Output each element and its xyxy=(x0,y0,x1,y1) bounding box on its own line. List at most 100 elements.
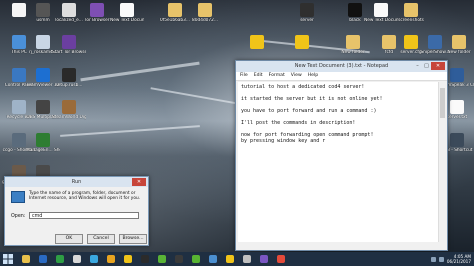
desktop-icon[interactable]: Start Tor Browser xyxy=(52,35,86,55)
network-icon[interactable] xyxy=(430,256,436,262)
desktop-icon[interactable]: screenshots xyxy=(394,3,428,23)
run-title: Run xyxy=(71,179,82,185)
taskbar-app-button[interactable] xyxy=(239,253,254,265)
desktop-icon-label: 80d4d072... xyxy=(192,18,218,23)
desktop-icon-image xyxy=(450,100,464,114)
notepad-titlebar[interactable]: New Text Document (3).txt - Notepad – □ … xyxy=(236,61,447,72)
cancel-button[interactable]: Cancel xyxy=(87,234,115,244)
taskbar-app-button[interactable] xyxy=(52,253,67,265)
notepad-window[interactable]: New Text Document (3).txt - Notepad – □ … xyxy=(235,60,448,251)
taskbar-app-button[interactable] xyxy=(273,253,288,265)
windows-logo-icon xyxy=(3,254,13,264)
desktop-icon-image xyxy=(62,3,76,17)
volume-icon[interactable] xyxy=(438,256,444,262)
minimize-button[interactable]: – xyxy=(413,62,422,70)
desktop-icon-image xyxy=(36,100,50,114)
taskbar-app-button[interactable] xyxy=(86,253,101,265)
desktop-icon-image xyxy=(250,35,264,49)
app-icon xyxy=(259,255,268,263)
menu-help[interactable]: Help xyxy=(308,72,318,80)
desktop-icon-image xyxy=(198,3,212,17)
desktop-icon-image xyxy=(62,68,76,82)
desktop-icon-label: New Text Document xyxy=(110,18,144,23)
desktop-icon-image xyxy=(12,68,26,82)
horizontal-scrollbar[interactable] xyxy=(238,243,438,249)
system-tray: 4:05 AM 06/21/2017 xyxy=(430,252,474,266)
desktop-icon-image xyxy=(12,133,26,147)
browse-button[interactable]: Browse... xyxy=(119,234,147,244)
desktop-icon-label: New folder xyxy=(341,50,365,55)
desktop-icon-image xyxy=(120,3,134,17)
open-input[interactable]: cmd xyxy=(29,212,139,219)
desktop-icon[interactable]: New Text Document xyxy=(364,3,398,23)
desktop-icon[interactable]: New folder xyxy=(336,35,370,55)
app-icon xyxy=(72,255,81,263)
scrollbar-thumb[interactable] xyxy=(440,88,445,118)
desktop-icon-image xyxy=(428,35,442,49)
desktop-icon-label: SteamWorld Dig xyxy=(52,115,86,120)
desktop-icon-label: server xyxy=(300,18,314,23)
desktop-icon-label: setup.rusb... xyxy=(55,83,83,88)
open-label: Open: xyxy=(11,214,26,219)
desktop-icon-image xyxy=(36,133,50,147)
notepad-text-area[interactable]: tutorial to host a dedicated cod4 server… xyxy=(238,82,438,242)
desktop-icon-image xyxy=(295,35,309,49)
clock[interactable]: 4:05 AM 06/21/2017 xyxy=(447,254,471,264)
desktop-icon-image xyxy=(346,35,360,49)
notepad-menubar: File Edit Format View Help xyxy=(236,72,447,81)
taskbar-app-button[interactable] xyxy=(18,253,33,265)
taskbar-app-button[interactable] xyxy=(171,253,186,265)
taskbar-app-button[interactable] xyxy=(205,253,220,265)
taskbar-app-button[interactable] xyxy=(103,253,118,265)
taskbar-app-button[interactable] xyxy=(154,253,169,265)
desktop-icon[interactable]: New Text Document xyxy=(110,3,144,23)
taskbar-app-button[interactable] xyxy=(256,253,271,265)
menu-format[interactable]: Format xyxy=(269,72,285,80)
run-dialog[interactable]: Run ✕ Type the name of a program, folder… xyxy=(4,176,149,246)
menu-file[interactable]: File xyxy=(240,72,248,80)
desktop-icon-image xyxy=(36,3,50,17)
desktop-icon-label: New folder xyxy=(447,50,471,55)
ok-button[interactable]: OK xyxy=(55,234,83,244)
app-icon xyxy=(55,255,64,263)
desktop-icon[interactable]: setup.rusb... xyxy=(52,68,86,88)
desktop-icon[interactable]: server xyxy=(290,3,324,23)
desktop-icon[interactable] xyxy=(240,35,274,50)
desktop-icon-image xyxy=(348,3,362,17)
desktop-icon-image xyxy=(12,100,26,114)
desktop-icon-image xyxy=(404,3,418,17)
desktop-icon-image xyxy=(12,35,26,49)
maximize-button[interactable]: □ xyxy=(422,62,431,70)
taskbar-app-button[interactable] xyxy=(137,253,152,265)
app-icon xyxy=(174,255,183,263)
desktop-icon-image xyxy=(450,68,464,82)
close-button[interactable]: ✕ xyxy=(132,178,146,186)
desktop-icon[interactable]: Tor Browser xyxy=(80,3,114,23)
desktop-icon-image xyxy=(90,3,104,17)
taskbar-app-button[interactable] xyxy=(222,253,237,265)
menu-edit[interactable]: Edit xyxy=(254,72,263,80)
desktop-icon[interactable] xyxy=(285,35,319,50)
run-titlebar[interactable]: Run ✕ xyxy=(5,177,148,187)
desktop-icon[interactable]: ManageEn... Shortcut xyxy=(26,133,60,153)
desktop-icon-image xyxy=(168,3,182,17)
mountain-ridge xyxy=(60,125,200,137)
app-icon xyxy=(21,255,30,263)
menu-view[interactable]: View xyxy=(291,72,302,80)
desktop-icon[interactable]: New folder xyxy=(442,35,474,55)
close-button[interactable]: ✕ xyxy=(431,62,445,70)
taskbar-app-button[interactable] xyxy=(188,253,203,265)
app-icon xyxy=(208,255,217,263)
vertical-scrollbar[interactable] xyxy=(438,82,446,242)
desktop-icon[interactable]: 0f5e1b6ab3... xyxy=(158,3,192,23)
app-icon xyxy=(276,255,285,263)
app-icon xyxy=(106,255,115,263)
app-icon xyxy=(242,255,251,263)
taskbar-app-button[interactable] xyxy=(120,253,135,265)
desktop-icon[interactable]: 80d4d072... xyxy=(188,3,222,23)
taskbar-app-button[interactable] xyxy=(69,253,84,265)
start-button[interactable] xyxy=(0,252,16,266)
desktop-icon-image xyxy=(62,100,76,114)
taskbar-app-button[interactable] xyxy=(35,253,50,265)
desktop-icon[interactable]: SteamWorld Dig xyxy=(52,100,86,120)
